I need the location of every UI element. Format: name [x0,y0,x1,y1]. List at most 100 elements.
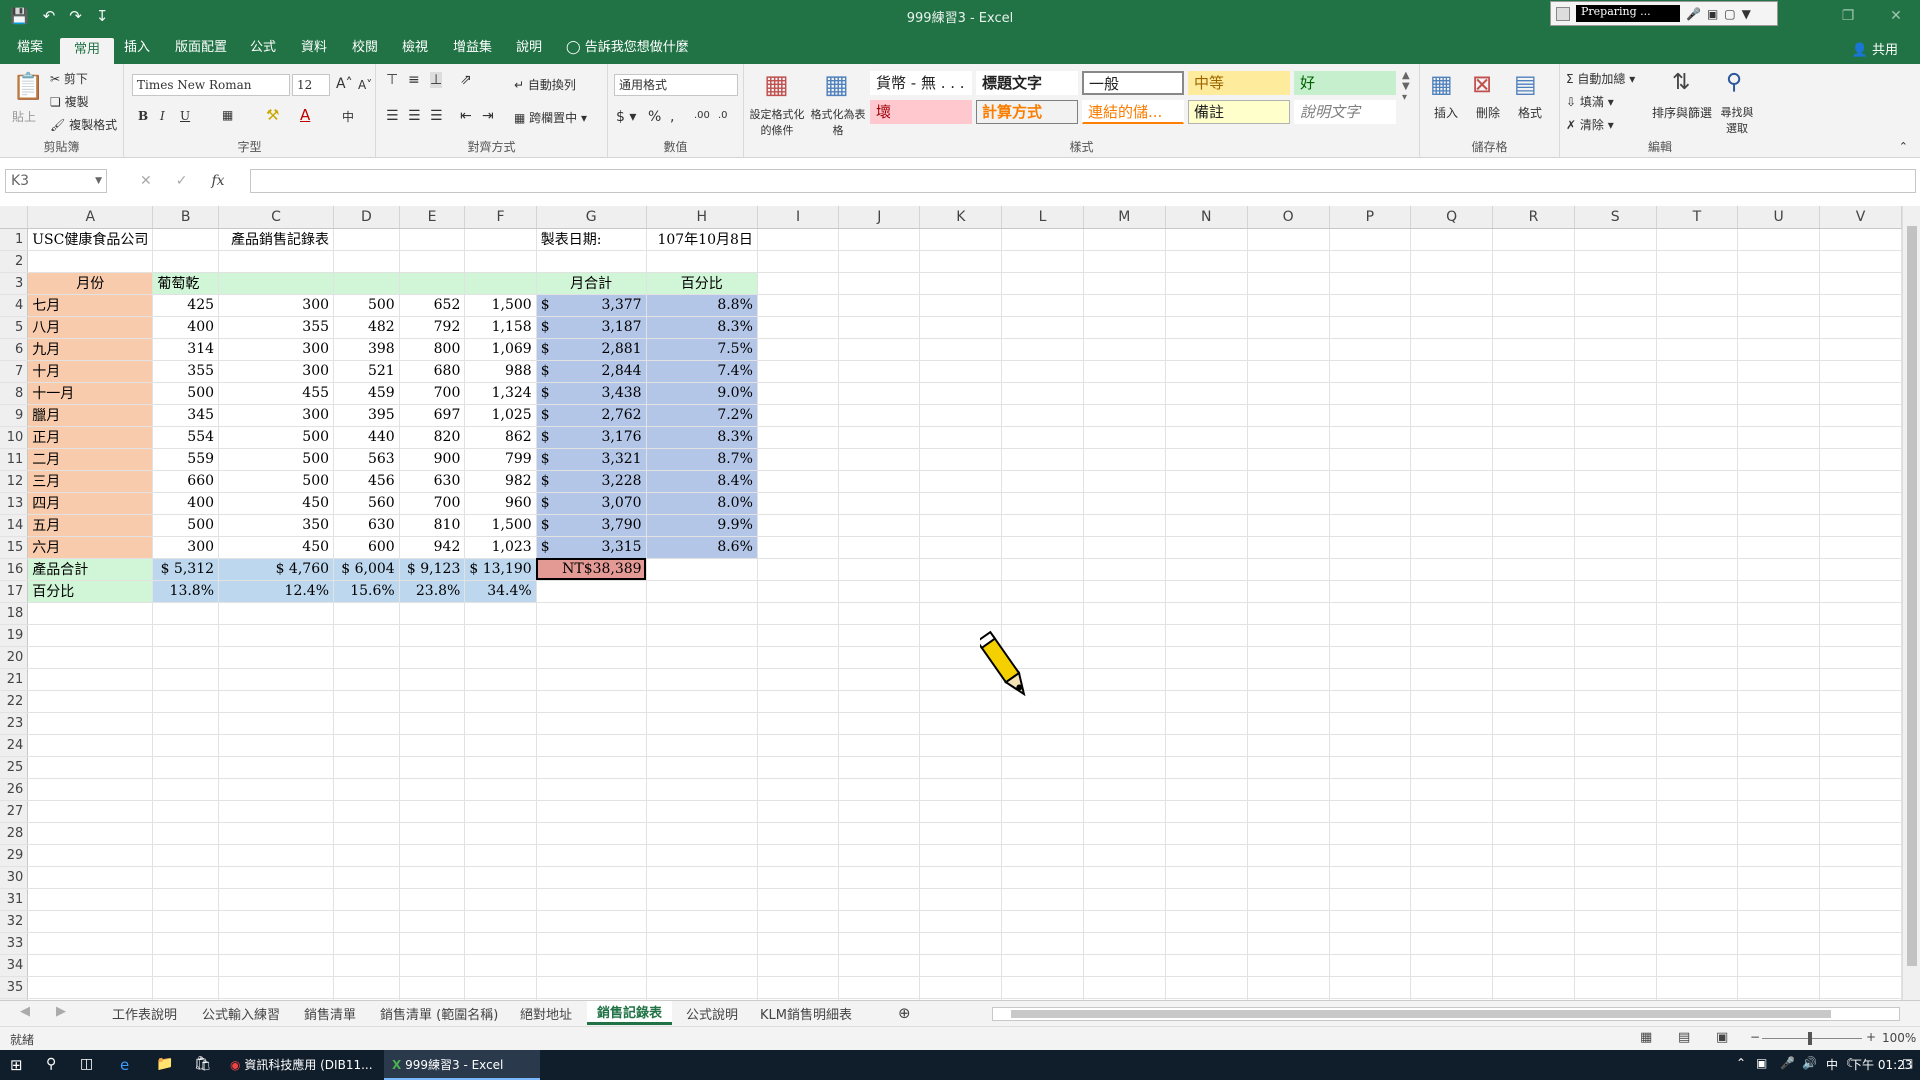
font-size-dropdown[interactable]: 12 [292,74,330,96]
align-bottom-icon[interactable]: ⊥ [430,72,443,88]
cell[interactable] [919,932,1003,955]
cell[interactable] [333,822,400,845]
cell[interactable] [1001,272,1084,295]
cell[interactable] [1492,910,1575,933]
cell[interactable] [1819,404,1902,427]
cell[interactable] [1329,294,1412,317]
cell[interactable] [1574,712,1657,735]
cell[interactable] [1165,536,1248,559]
cell[interactable]: 500 [152,514,220,537]
cell[interactable]: 500 [218,448,335,471]
cell[interactable]: 500 [218,470,335,493]
cell[interactable]: 月份 [27,272,154,295]
cell[interactable] [1001,426,1084,449]
cell[interactable] [464,778,537,801]
cell[interactable] [1001,316,1084,339]
cell[interactable] [1737,756,1821,779]
cell[interactable]: 482 [333,316,400,339]
cell[interactable] [1247,844,1330,867]
cell[interactable] [757,580,840,603]
style-neutral[interactable]: 中等 [1188,71,1290,95]
month-total-cell[interactable]: $3,228 [536,470,647,493]
cell[interactable] [646,602,758,625]
microphone-icon[interactable]: 🎤 [1686,7,1701,21]
row-header[interactable]: 6 [0,338,29,361]
cell[interactable] [1574,602,1657,625]
cell[interactable] [1001,822,1084,845]
cell[interactable]: 8.6% [646,536,758,559]
cell[interactable] [838,250,921,273]
cell[interactable] [1083,866,1166,889]
column-header[interactable]: H [646,206,758,229]
cell[interactable] [1083,580,1166,603]
add-sheet-icon[interactable]: ⊕ [898,1004,911,1022]
cell[interactable] [464,690,537,713]
cell[interactable]: 960 [464,492,537,515]
tab-home[interactable]: 常用 [60,38,115,64]
cell[interactable] [838,668,921,691]
sheet-tab-absolute-address[interactable]: 絕對地址 [520,1004,572,1023]
cell[interactable]: 630 [333,514,400,537]
cell[interactable] [152,756,220,779]
cell[interactable] [1656,954,1739,977]
cell[interactable] [1001,338,1084,361]
column-header[interactable]: V [1819,206,1902,229]
cell[interactable] [1574,338,1657,361]
cell[interactable] [1083,690,1166,713]
cell[interactable]: 660 [152,470,220,493]
cell[interactable] [27,932,154,955]
cell[interactable] [1247,294,1330,317]
cell[interactable]: 8.7% [646,448,758,471]
cell[interactable] [333,690,400,713]
cell[interactable]: 十月 [27,360,154,383]
cell[interactable] [1819,294,1902,317]
cell[interactable] [218,932,335,955]
cell[interactable] [1656,250,1739,273]
row-header[interactable]: 14 [0,514,29,537]
cell[interactable]: 臘月 [27,404,154,427]
cell[interactable] [1083,360,1166,383]
cell[interactable] [1737,272,1821,295]
taskbar-chrome[interactable]: ◉ 資訊科技應用 (DIB11... [230,1056,373,1073]
cell[interactable]: $ 4,760 [218,558,335,581]
cell[interactable] [1410,470,1494,493]
cell[interactable] [27,866,154,889]
cell[interactable]: 9.0% [646,382,758,405]
cell[interactable] [1001,404,1084,427]
cell[interactable] [1410,294,1494,317]
cell[interactable] [646,646,758,669]
decrease-decimal-icon[interactable]: .0 [718,110,728,121]
column-header[interactable]: G [536,206,647,229]
cell[interactable] [1247,558,1330,581]
cell[interactable] [1410,492,1494,515]
cell[interactable] [218,800,335,823]
cell[interactable] [1492,756,1575,779]
cell[interactable] [757,712,840,735]
cell[interactable] [1737,492,1821,515]
column-header[interactable]: D [333,206,400,229]
cell[interactable]: 7.4% [646,360,758,383]
cell[interactable] [1656,976,1739,999]
cell[interactable] [1247,514,1330,537]
cell[interactable] [1656,668,1739,691]
cell[interactable]: 15.6% [333,580,400,603]
cell[interactable] [1410,668,1494,691]
cell[interactable] [1574,360,1657,383]
cell[interactable] [646,624,758,647]
cell[interactable] [1574,778,1657,801]
cell[interactable] [333,668,400,691]
cell[interactable]: $ 13,190 [464,558,537,581]
cell[interactable] [464,734,537,757]
cell[interactable] [1737,932,1821,955]
cell[interactable] [1656,382,1739,405]
cell[interactable] [1492,778,1575,801]
tell-me-box[interactable]: ◯ 告訴我您想做什麼 [566,38,689,64]
cell[interactable] [1247,690,1330,713]
cell[interactable] [757,426,840,449]
cell[interactable] [1819,558,1902,581]
cell[interactable] [1737,228,1821,251]
recorder-menu-icon[interactable]: ▼ [1742,7,1751,21]
cell[interactable] [1329,976,1412,999]
cell[interactable] [1247,228,1330,251]
cell[interactable] [919,426,1003,449]
